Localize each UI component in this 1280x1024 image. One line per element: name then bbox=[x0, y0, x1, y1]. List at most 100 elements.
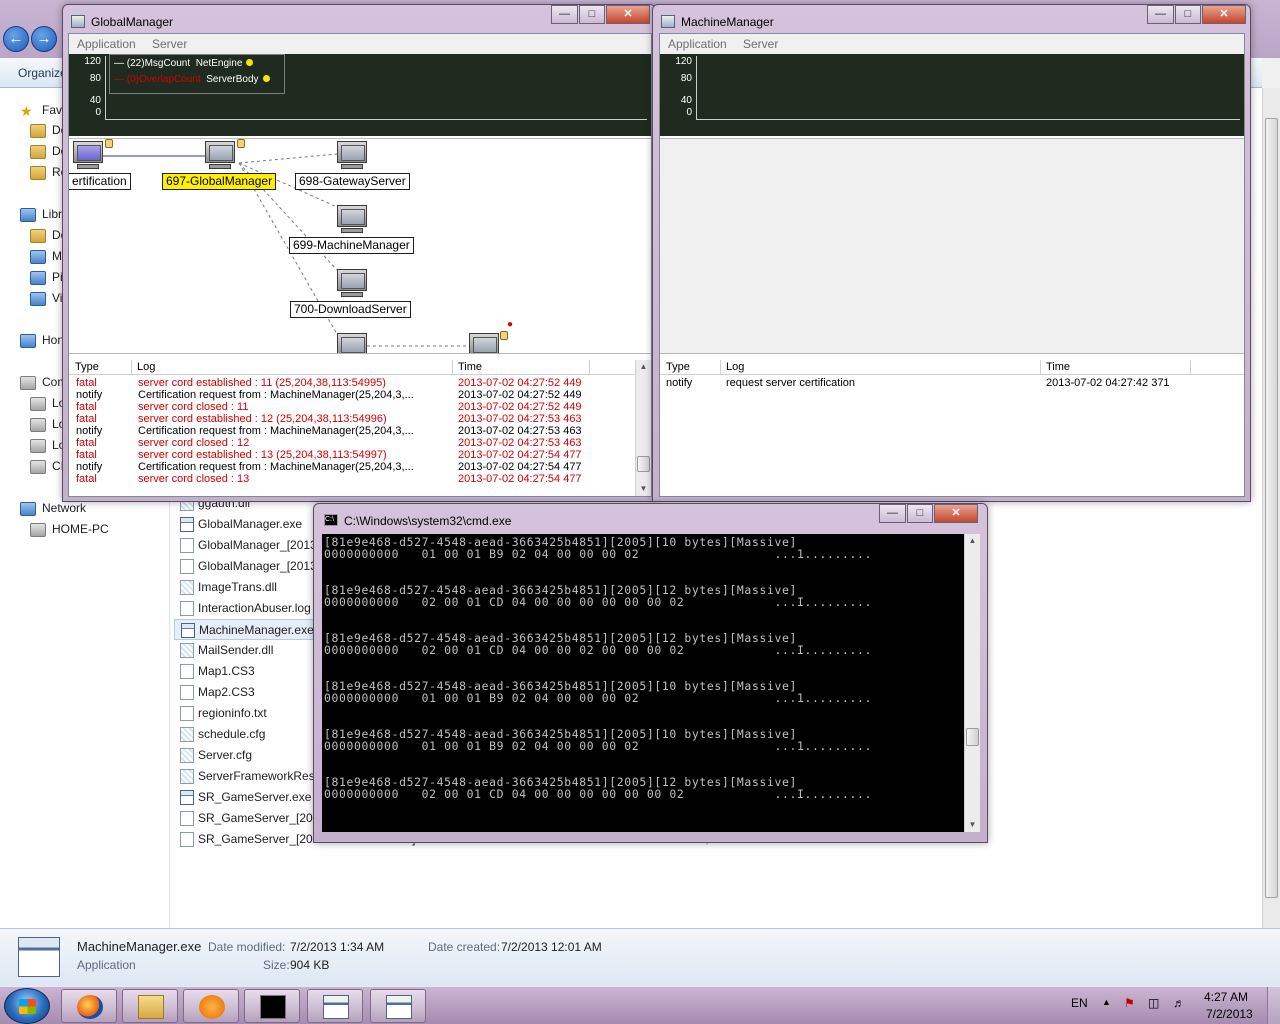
application-file-icon bbox=[180, 790, 194, 805]
forward-arrow-icon[interactable]: → bbox=[31, 26, 57, 52]
organize-button[interactable]: Organize bbox=[18, 66, 67, 80]
nav-item[interactable]: Lo bbox=[30, 414, 65, 434]
log-type: fatal bbox=[76, 473, 97, 485]
performance-graph: 120 80 40 0 bbox=[660, 54, 1244, 136]
nav-item[interactable]: Pi bbox=[30, 267, 63, 287]
scroll-up-arrow-icon[interactable]: ▲ bbox=[965, 534, 980, 548]
log-type: fatal bbox=[76, 377, 97, 389]
y-tick: 120 bbox=[675, 56, 692, 67]
menu-server[interactable]: Server bbox=[743, 37, 778, 51]
scroll-down-arrow-icon[interactable]: ▼ bbox=[965, 818, 980, 832]
taskbar-media-player[interactable] bbox=[183, 989, 239, 1023]
column-log[interactable]: Log bbox=[726, 361, 744, 373]
maximize-button[interactable]: □ bbox=[1175, 5, 1201, 24]
log-type: fatal bbox=[76, 437, 97, 449]
nav-item[interactable]: Hon bbox=[20, 330, 64, 350]
back-arrow-icon[interactable]: ← bbox=[3, 26, 29, 52]
scrollbar-thumb[interactable] bbox=[637, 456, 650, 472]
scrollbar-thumb[interactable] bbox=[966, 728, 979, 746]
date-created-label: Date created: bbox=[428, 940, 501, 954]
node-label-globalmanager[interactable]: 697-GlobalManager bbox=[162, 173, 277, 190]
start-button[interactable] bbox=[4, 988, 50, 1024]
column-time[interactable]: Time bbox=[458, 361, 482, 373]
taskbar-firefox[interactable] bbox=[61, 989, 117, 1023]
scroll-up-arrow-icon[interactable]: ▲ bbox=[636, 360, 651, 374]
menu-application[interactable]: Application bbox=[77, 37, 136, 51]
firefox-icon bbox=[77, 995, 103, 1019]
maximize-button[interactable]: □ bbox=[907, 504, 933, 523]
document-file-icon bbox=[180, 685, 194, 700]
log-row[interactable]: notify Certification request from : Machi… bbox=[69, 461, 635, 473]
server-node-icon[interactable] bbox=[337, 269, 367, 299]
node-label-downloadserver[interactable]: 700-DownloadServer bbox=[290, 301, 411, 318]
server-node-icon[interactable] bbox=[205, 141, 235, 171]
nav-item-label: Libr bbox=[42, 207, 63, 221]
nav-item[interactable]: Libr bbox=[20, 204, 62, 224]
document-file-icon bbox=[180, 664, 194, 679]
action-center-icon[interactable]: ⚑ bbox=[1124, 996, 1135, 1010]
clock-time[interactable]: 4:27 AM bbox=[1204, 990, 1248, 1004]
menu-application[interactable]: Application bbox=[668, 37, 727, 51]
console-scrollbar[interactable]: ▲ ▼ bbox=[964, 534, 980, 832]
log-row[interactable]: fatal server cord closed : 12 2013-07-02 0… bbox=[69, 437, 635, 449]
log-time: 2013-07-02 04:27:53 463 bbox=[458, 425, 582, 437]
log-row[interactable]: fatal server cord established : 13 (25,20… bbox=[69, 449, 635, 461]
column-type[interactable]: Type bbox=[666, 361, 690, 373]
clock-date[interactable]: 7/2/2013 bbox=[1206, 1007, 1253, 1021]
node-label-gatewayserver[interactable]: 698-GatewayServer bbox=[295, 173, 410, 190]
taskbar-machinemanager[interactable] bbox=[370, 989, 426, 1023]
language-indicator[interactable]: EN bbox=[1071, 996, 1088, 1010]
taskbar-explorer[interactable] bbox=[122, 989, 178, 1023]
menubar: Application Server bbox=[660, 34, 1244, 54]
nav-item[interactable]: Com bbox=[20, 372, 67, 392]
server-node-icon[interactable] bbox=[337, 205, 367, 235]
hand-icon bbox=[237, 139, 245, 148]
scrollbar-thumb[interactable] bbox=[1265, 118, 1278, 898]
menu-server[interactable]: Server bbox=[152, 37, 187, 51]
console-output[interactable]: [81e9e468-d527-4548-aead-3663425b4851][2… bbox=[322, 534, 978, 832]
log-row[interactable]: fatal server cord closed : 11 2013-07-02 0… bbox=[69, 401, 635, 413]
log-scrollbar[interactable]: ▲ ▼ bbox=[635, 360, 651, 496]
show-desktop-button[interactable] bbox=[1267, 987, 1280, 1024]
node-label-certification[interactable]: ertification bbox=[69, 173, 131, 190]
minimize-button[interactable]: — bbox=[879, 504, 906, 523]
column-time[interactable]: Time bbox=[1046, 361, 1070, 373]
node-label-machinemanager[interactable]: 699-MachineManager bbox=[289, 237, 414, 254]
nav-item[interactable]: Lo bbox=[30, 393, 65, 413]
nav-item[interactable]: HOME-PC bbox=[30, 519, 109, 539]
log-row[interactable]: fatal server cord established : 12 (25,20… bbox=[69, 413, 635, 425]
close-button[interactable]: ✕ bbox=[1202, 5, 1246, 24]
column-type[interactable]: Type bbox=[75, 361, 99, 373]
nav-item[interactable]: Vi bbox=[30, 288, 62, 308]
server-topology: ertification 697-GlobalManager 698-Gatew… bbox=[69, 138, 651, 354]
volume-icon[interactable]: ♬ bbox=[1173, 996, 1185, 1010]
close-button[interactable]: ✕ bbox=[606, 5, 650, 24]
legend-metric: (22)MsgCount bbox=[126, 58, 191, 69]
legend-server: ServerBody bbox=[206, 74, 259, 85]
file-list-scrollbar[interactable] bbox=[1262, 88, 1280, 928]
log-row[interactable]: notify Certification request from : Machi… bbox=[69, 389, 635, 401]
close-button[interactable]: ✕ bbox=[934, 504, 978, 523]
log-row[interactable]: fatal server cord established : 11 (25,20… bbox=[69, 377, 635, 389]
maximize-button[interactable]: □ bbox=[579, 5, 605, 24]
log-row[interactable]: fatal server cord closed : 13 2013-07-02 0… bbox=[69, 473, 635, 485]
nav-item[interactable]: Lo bbox=[30, 435, 65, 455]
server-node-icon[interactable] bbox=[337, 333, 367, 353]
log-log: Certification request from : MachineMana… bbox=[138, 425, 414, 437]
log-row[interactable]: notify Certification request from : Machi… bbox=[69, 425, 635, 437]
server-node-icon[interactable] bbox=[337, 141, 367, 171]
minimize-button[interactable]: — bbox=[1147, 5, 1174, 24]
taskbar-globalmanager[interactable] bbox=[307, 989, 363, 1023]
system-tray: EN ▲ ⚑ ◫ ♬ 4:27 AM 7/2/2013 bbox=[1060, 987, 1280, 1024]
column-log[interactable]: Log bbox=[137, 361, 155, 373]
log-row[interactable]: notify request server certification 2013-0… bbox=[660, 377, 1228, 389]
server-node-icon[interactable] bbox=[469, 333, 499, 353]
show-hidden-icons-icon[interactable]: ▲ bbox=[1102, 997, 1111, 1007]
network-icon[interactable]: ◫ bbox=[1148, 996, 1159, 1010]
settings-file-icon bbox=[180, 748, 194, 763]
scroll-down-arrow-icon[interactable]: ▼ bbox=[636, 482, 651, 496]
nav-item[interactable]: CI bbox=[30, 456, 64, 476]
server-node-icon[interactable] bbox=[73, 141, 103, 171]
minimize-button[interactable]: — bbox=[551, 5, 578, 24]
taskbar-cmd[interactable] bbox=[244, 989, 300, 1023]
